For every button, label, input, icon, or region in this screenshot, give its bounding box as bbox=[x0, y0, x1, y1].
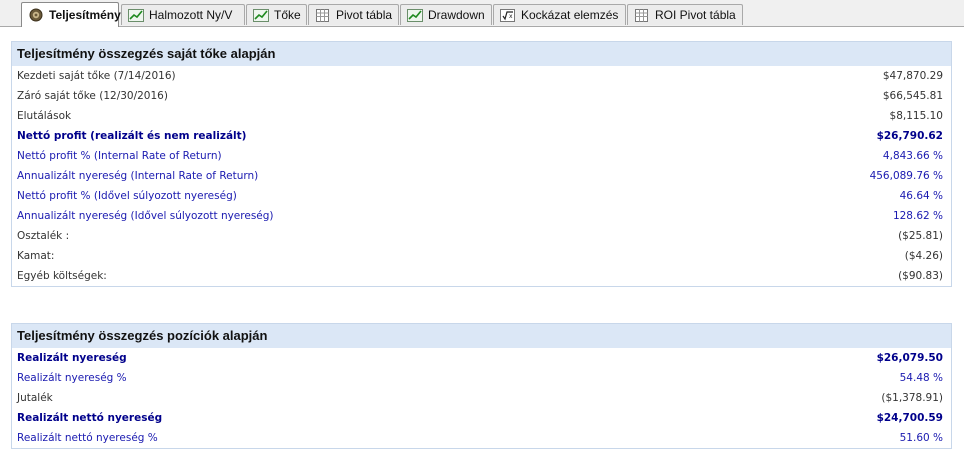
table-icon bbox=[315, 8, 331, 22]
row-value: ($25.81) bbox=[898, 230, 943, 242]
row-value: ($4.26) bbox=[904, 250, 943, 262]
tab-label: Kockázat elemzés bbox=[521, 8, 619, 22]
table-row: Egyéb költségek: ($90.83) bbox=[12, 266, 951, 286]
row-value: 54.48 % bbox=[899, 372, 943, 384]
row-value: 46.64 % bbox=[899, 190, 943, 202]
tab-pivot-tabla[interactable]: Pivot tábla bbox=[308, 4, 399, 25]
chart-icon bbox=[407, 8, 423, 22]
table-row: Elutálások $8,115.10 bbox=[12, 106, 951, 126]
table-row: Annualizált nyereség (Idővel súlyozott n… bbox=[12, 206, 951, 226]
table-row: Jutalék ($1,378.91) bbox=[12, 388, 951, 408]
tab-kockazat-elemzes[interactable]: x Kockázat elemzés bbox=[493, 4, 626, 25]
row-label: Nettó profit % (Idővel súlyozott nyeresé… bbox=[17, 190, 237, 202]
table-row: Annualizált nyereség (Internal Rate of R… bbox=[12, 166, 951, 186]
panel-title: Teljesítmény összegzés saját tőke alapjá… bbox=[12, 42, 951, 66]
table-row: Realizált nyereség % 54.48 % bbox=[12, 368, 951, 388]
tab-teljesitmeny[interactable]: Teljesítmény bbox=[21, 2, 121, 27]
position-summary-rows: Realizált nyereség $26,079.50 Realizált n… bbox=[12, 348, 951, 448]
row-label: Jutalék bbox=[17, 392, 53, 404]
svg-text:x: x bbox=[509, 13, 513, 20]
tab-drawdown[interactable]: Drawdown bbox=[400, 4, 492, 25]
tab-roi-pivot-tabla[interactable]: ROI Pivot tábla bbox=[627, 4, 743, 25]
row-value: $8,115.10 bbox=[889, 110, 943, 122]
table-row: Nettó profit % (Internal Rate of Return)… bbox=[12, 146, 951, 166]
tab-label: ROI Pivot tábla bbox=[655, 8, 736, 22]
tab-label: Drawdown bbox=[428, 8, 485, 22]
equity-summary-rows: Kezdeti saját tőke (7/14/2016) $47,870.29… bbox=[12, 66, 951, 286]
row-value: $66,545.81 bbox=[882, 90, 943, 102]
row-label: Záró saját tőke (12/30/2016) bbox=[17, 90, 168, 102]
performance-icon bbox=[28, 8, 44, 22]
row-value: 456,089.76 % bbox=[869, 170, 943, 182]
row-value: ($90.83) bbox=[898, 270, 943, 282]
chart-icon bbox=[128, 8, 144, 22]
row-label: Kezdeti saját tőke (7/14/2016) bbox=[17, 70, 176, 82]
row-value: $26,079.50 bbox=[876, 352, 943, 364]
row-label: Realizált nettó nyereség bbox=[17, 412, 163, 424]
tab-halmozott-ny-v[interactable]: Halmozott Ny/V bbox=[121, 4, 245, 25]
table-row: Kezdeti saját tőke (7/14/2016) $47,870.29 bbox=[12, 66, 951, 86]
row-label: Nettó profit (realizált és nem realizált… bbox=[17, 130, 247, 142]
position-summary-panel: Teljesítmény összegzés pozíciók alapján … bbox=[11, 323, 952, 449]
row-label: Annualizált nyereség (Idővel súlyozott n… bbox=[17, 210, 274, 222]
row-label: Kamat: bbox=[17, 250, 55, 262]
row-label: Nettó profit % (Internal Rate of Return) bbox=[17, 150, 222, 162]
row-value: 128.62 % bbox=[892, 210, 943, 222]
tab-label: Tőke bbox=[274, 8, 301, 22]
chart-icon bbox=[253, 8, 269, 22]
row-label: Osztalék : bbox=[17, 230, 70, 242]
row-value: 51.60 % bbox=[899, 432, 943, 444]
table-row: Realizált nyereség $26,079.50 bbox=[12, 348, 951, 368]
equity-summary-panel: Teljesítmény összegzés saját tőke alapjá… bbox=[11, 41, 952, 287]
row-value: $26,790.62 bbox=[876, 130, 943, 142]
table-row: Záró saját tőke (12/30/2016) $66,545.81 bbox=[12, 86, 951, 106]
row-label: Egyéb költségek: bbox=[17, 270, 107, 282]
row-value: ($1,378.91) bbox=[881, 392, 943, 404]
row-label: Realizált nyereség % bbox=[17, 372, 127, 384]
tab-label: Halmozott Ny/V bbox=[149, 8, 233, 22]
sqrt-icon: x bbox=[500, 8, 516, 22]
table-icon bbox=[634, 8, 650, 22]
row-value: 4,843.66 % bbox=[882, 150, 943, 162]
table-row: Nettó profit (realizált és nem realizált… bbox=[12, 126, 951, 146]
tab-label: Teljesítmény bbox=[49, 8, 121, 22]
tab-toke[interactable]: Tőke bbox=[246, 4, 307, 25]
panel-title: Teljesítmény összegzés pozíciók alapján bbox=[12, 324, 951, 348]
row-label: Realizált nyereség bbox=[17, 352, 127, 364]
row-label: Realizált nettó nyereség % bbox=[17, 432, 158, 444]
row-value: $47,870.29 bbox=[882, 70, 943, 82]
table-row: Realizált nettó nyereség $24,700.59 bbox=[12, 408, 951, 428]
tab-label: Pivot tábla bbox=[336, 8, 393, 22]
tab-bar: Teljesítmény Halmozott Ny/V Tőke Pivot t… bbox=[0, 0, 964, 27]
row-label: Elutálások bbox=[17, 110, 72, 122]
table-row: Nettó profit % (Idővel súlyozott nyeresé… bbox=[12, 186, 951, 206]
row-label: Annualizált nyereség (Internal Rate of R… bbox=[17, 170, 259, 182]
table-row: Osztalék : ($25.81) bbox=[12, 226, 951, 246]
table-row: Realizált nettó nyereség % 51.60 % bbox=[12, 428, 951, 448]
table-row: Kamat: ($4.26) bbox=[12, 246, 951, 266]
row-value: $24,700.59 bbox=[876, 412, 943, 424]
